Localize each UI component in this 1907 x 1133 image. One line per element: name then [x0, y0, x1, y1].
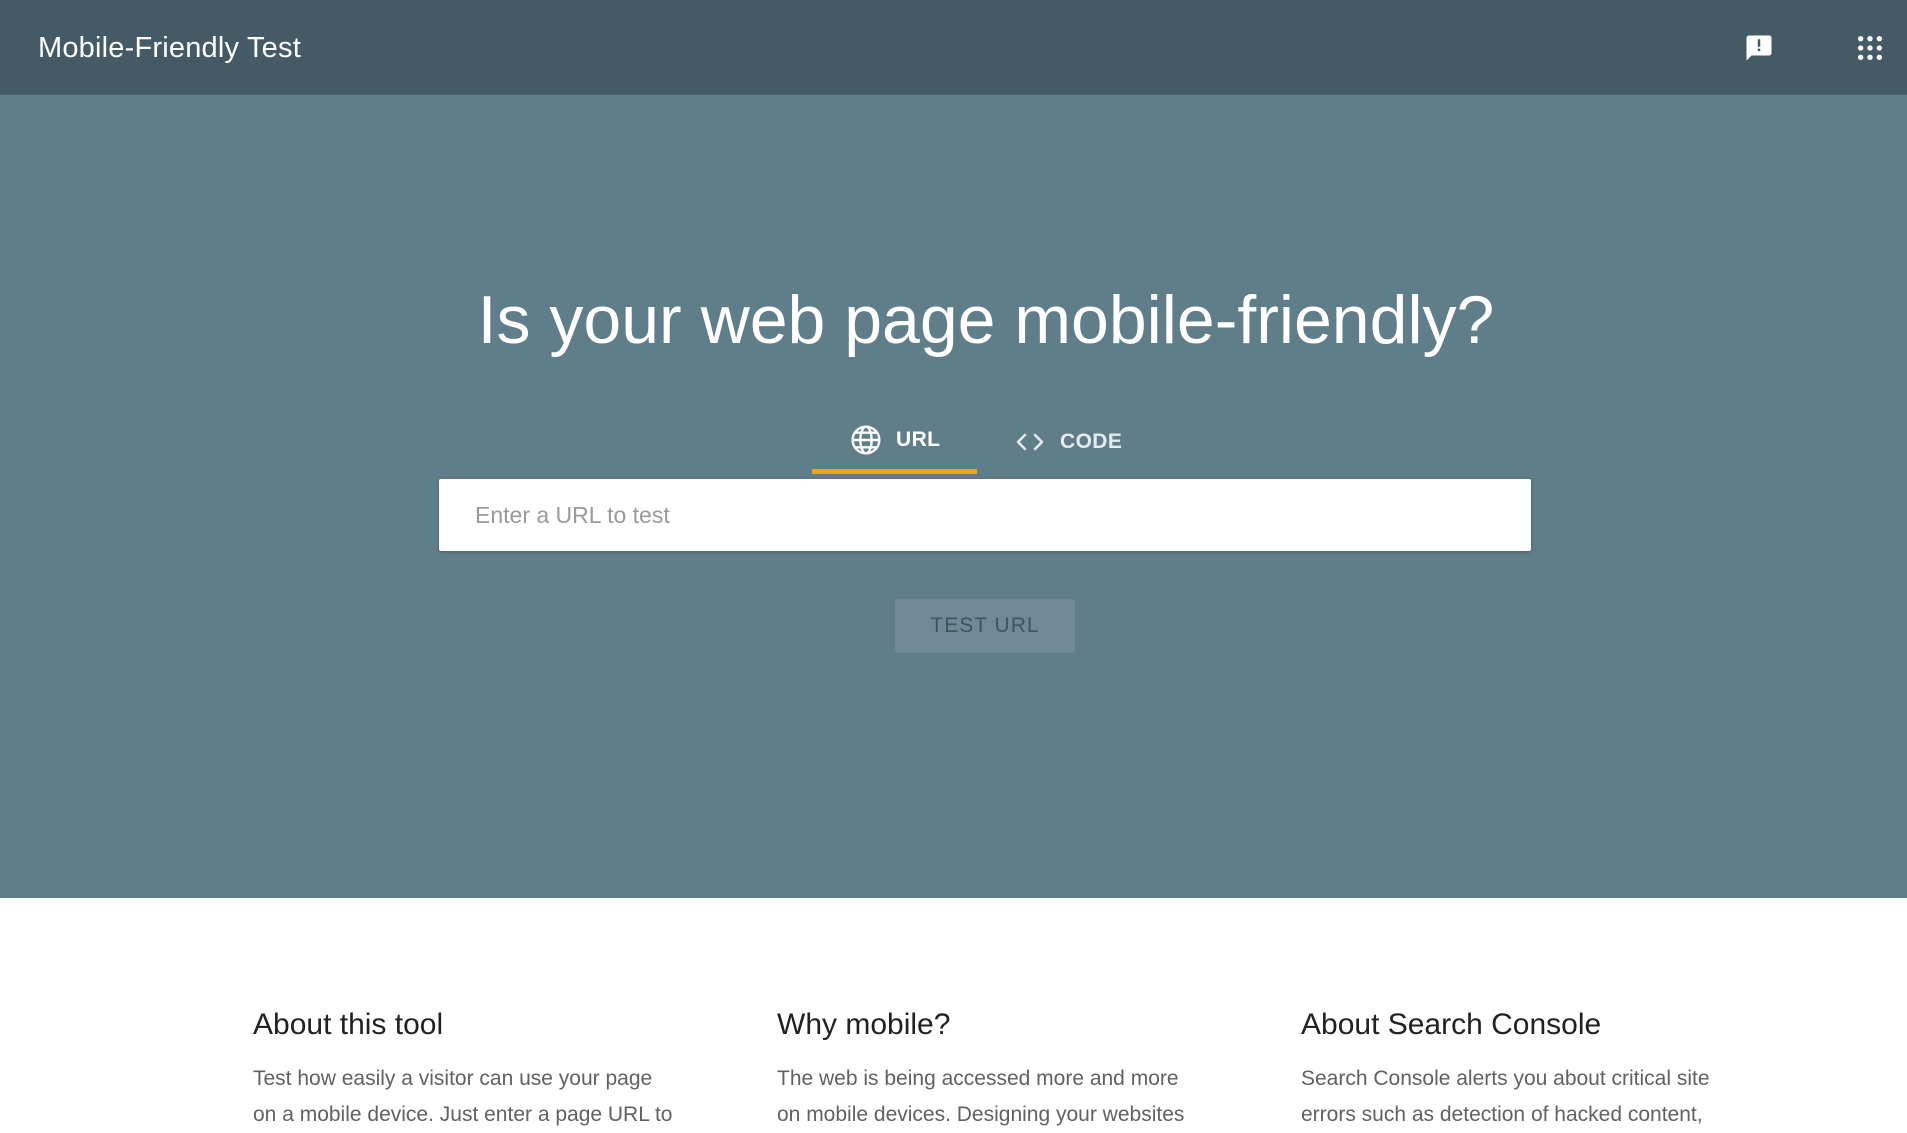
- info-column-why-mobile: Why mobile? The web is being accessed mo…: [777, 1005, 1217, 1133]
- info-text: The web is being accessed more and more …: [777, 1067, 1185, 1126]
- page-headline: Is your web page mobile-friendly?: [477, 282, 1495, 358]
- tab-code[interactable]: CODE: [1005, 410, 1155, 474]
- globe-icon: [850, 424, 882, 456]
- url-input[interactable]: [439, 479, 1531, 551]
- top-app-bar: Mobile-Friendly Test: [0, 0, 1907, 95]
- feedback-icon[interactable]: [1737, 26, 1781, 70]
- code-brackets-icon: [1014, 430, 1046, 454]
- info-text: Search Console alerts you about critical…: [1301, 1067, 1710, 1126]
- hero-section: Is your web page mobile-friendly? URL CO…: [0, 95, 1907, 898]
- info-text: Test how easily a visitor can use your p…: [253, 1067, 673, 1126]
- info-heading: About Search Console: [1301, 1008, 1602, 1041]
- apps-grid-icon[interactable]: [1848, 26, 1892, 70]
- app-title: Mobile-Friendly Test: [38, 32, 301, 64]
- info-column-about-tool: About this tool Test how easily a visito…: [253, 1005, 693, 1133]
- info-heading: About this tool: [253, 1008, 444, 1041]
- tab-url-label: URL: [896, 427, 941, 451]
- test-url-button[interactable]: TEST URL: [895, 599, 1075, 653]
- info-heading: Why mobile?: [777, 1008, 951, 1041]
- tab-code-label: CODE: [1060, 430, 1123, 453]
- tab-url[interactable]: URL: [812, 410, 977, 474]
- info-column-search-console: About Search Console Search Console aler…: [1301, 1005, 1741, 1133]
